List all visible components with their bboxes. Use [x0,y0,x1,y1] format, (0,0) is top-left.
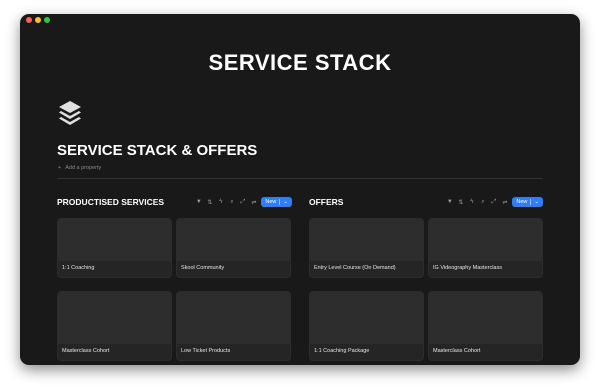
card-cover [310,292,423,344]
search-icon[interactable]: ⌕ [228,199,235,206]
add-property-button[interactable]: + Add a property [58,165,101,171]
new-button[interactable]: New ⌄ [261,197,292,207]
section-title: PRODUCTISED SERVICES [57,197,165,207]
card-cover [429,292,542,344]
filter-icon[interactable]: ▼ [195,199,202,205]
add-property-label: Add a property [65,165,102,171]
gallery-card[interactable]: Masterclass Cohort [428,291,543,361]
card-title: Skool Community [181,265,225,271]
gallery-card[interactable]: IG Videography Masterclass [428,218,543,278]
app-window: SERVICE STACK SERVICE STACK & OFFERS + A… [20,14,580,365]
card-cover [177,219,290,261]
new-button-label: New [516,199,528,205]
expand-icon[interactable]: ⤢ [239,199,246,206]
section-title: OFFERS [309,197,344,207]
gallery-card[interactable]: Skool Community [176,218,291,278]
section-header-productised-services: PRODUCTISED SERVICES ▼ ⇅ ϟ ⌕ ⤢ ⇌ New ⌄ [57,197,292,207]
search-icon[interactable]: ⌕ [479,199,486,206]
settings-icon[interactable]: ⇌ [250,199,257,206]
card-title: Masterclass Cohort [62,348,110,354]
divider [57,178,543,179]
card-cover [58,219,171,261]
gallery-card[interactable]: Masterclass Cohort [57,291,172,361]
sort-icon[interactable]: ⇅ [206,199,213,206]
card-cover [310,219,423,261]
stack-layers-icon[interactable] [58,100,82,126]
card-title: IG Videography Masterclass [433,265,502,271]
card-title: Masterclass Cohort [433,348,481,354]
card-title: Entry Level Course (On Demand) [314,265,396,271]
card-title: 1:1 Coaching Package [314,348,370,354]
sort-icon[interactable]: ⇅ [457,199,464,206]
plus-icon: + [58,165,62,171]
automation-icon[interactable]: ϟ [468,199,475,205]
chevron-down-icon[interactable]: ⌄ [283,199,288,205]
cover-banner-title: SERVICE STACK [208,50,392,75]
card-title: Low Ticket Products [181,348,231,354]
card-cover [58,292,171,344]
new-button[interactable]: New ⌄ [512,197,543,207]
gallery-card[interactable]: Low Ticket Products [176,291,291,361]
expand-icon[interactable]: ⤢ [490,199,497,206]
view-toolbar: ▼ ⇅ ϟ ⌕ ⤢ ⇌ New ⌄ [446,197,543,207]
card-cover [429,219,542,261]
minimize-window-button[interactable] [35,17,41,23]
view-toolbar: ▼ ⇅ ϟ ⌕ ⤢ ⇌ New ⌄ [195,197,292,207]
window-controls [26,17,50,23]
card-title: 1:1 Coaching [62,265,95,271]
page-title: SERVICE STACK & OFFERS [57,142,258,159]
maximize-window-button[interactable] [44,17,50,23]
settings-icon[interactable]: ⇌ [501,199,508,206]
gallery-card[interactable]: 1:1 Coaching [57,218,172,278]
chevron-down-icon[interactable]: ⌄ [534,199,539,205]
filter-icon[interactable]: ▼ [446,199,453,205]
new-button-label: New [265,199,277,205]
section-header-offers: OFFERS ▼ ⇅ ϟ ⌕ ⤢ ⇌ New ⌄ [309,197,543,207]
gallery-card[interactable]: 1:1 Coaching Package [309,291,424,361]
card-cover [177,292,290,344]
close-window-button[interactable] [26,17,32,23]
automation-icon[interactable]: ϟ [217,199,224,205]
gallery-card[interactable]: Entry Level Course (On Demand) [309,218,424,278]
